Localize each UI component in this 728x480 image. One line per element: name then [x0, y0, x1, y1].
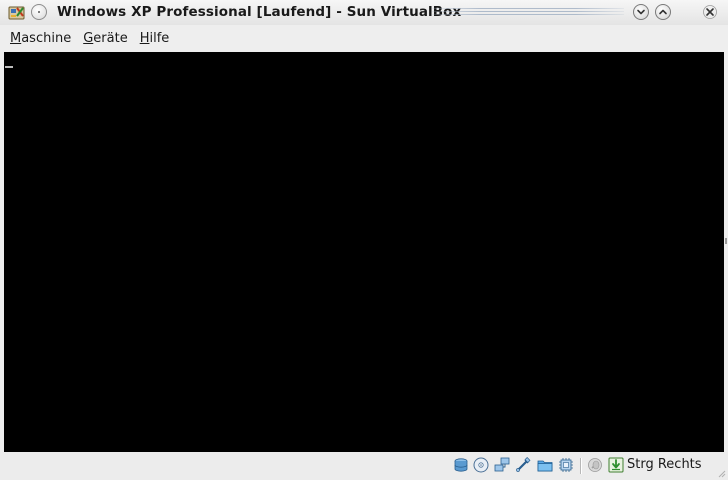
virtualbox-app-icon[interactable]: [8, 4, 25, 21]
menu-hilfe-mnemonic: H: [139, 30, 150, 46]
close-icon: [703, 5, 717, 19]
menu-hilfe[interactable]: Hilfe: [140, 29, 170, 48]
title-bar-decoration: [432, 8, 624, 17]
maximize-icon: [659, 9, 667, 15]
menu-maschine[interactable]: Maschine: [10, 29, 71, 48]
window-title: Windows XP Professional [Laufend] - Sun …: [57, 4, 462, 20]
menu-geraete-mnemonic: G: [83, 30, 94, 46]
host-key-label: Strg Rechts: [627, 457, 702, 472]
virtualbox-window: Windows XP Professional [Laufend] - Sun …: [0, 0, 728, 480]
host-key-icon[interactable]: [608, 457, 624, 473]
virtualization-icon[interactable]: [558, 457, 574, 473]
minimize-icon: [637, 9, 645, 15]
menu-hilfe-label: ilfe: [149, 30, 170, 46]
menu-maschine-label: aschine: [21, 30, 72, 46]
usb-icon[interactable]: [515, 457, 531, 473]
shared-folder-icon[interactable]: [537, 457, 553, 473]
minimize-button[interactable]: [633, 4, 649, 20]
menu-geraete-label: eräte: [93, 30, 128, 46]
resize-grip-icon[interactable]: [716, 468, 726, 478]
status-separator: [580, 458, 581, 474]
cd-dvd-icon[interactable]: [473, 457, 489, 473]
maximize-button[interactable]: [655, 4, 671, 20]
guest-display[interactable]: [4, 52, 724, 452]
status-bar: Strg Rechts: [0, 452, 728, 480]
menu-maschine-mnemonic: M: [10, 30, 22, 46]
resize-edge-mark[interactable]: [725, 238, 727, 244]
sticky-button[interactable]: [31, 4, 47, 20]
menu-bar: Maschine Geräte Hilfe: [0, 25, 728, 51]
hard-disk-icon[interactable]: [453, 457, 469, 473]
text-cursor: [5, 66, 13, 68]
menu-geraete[interactable]: Geräte: [83, 29, 127, 48]
network-icon[interactable]: [494, 457, 510, 473]
close-button[interactable]: [702, 4, 718, 20]
mouse-integration-icon[interactable]: [587, 457, 603, 473]
title-bar[interactable]: Windows XP Professional [Laufend] - Sun …: [0, 0, 728, 25]
